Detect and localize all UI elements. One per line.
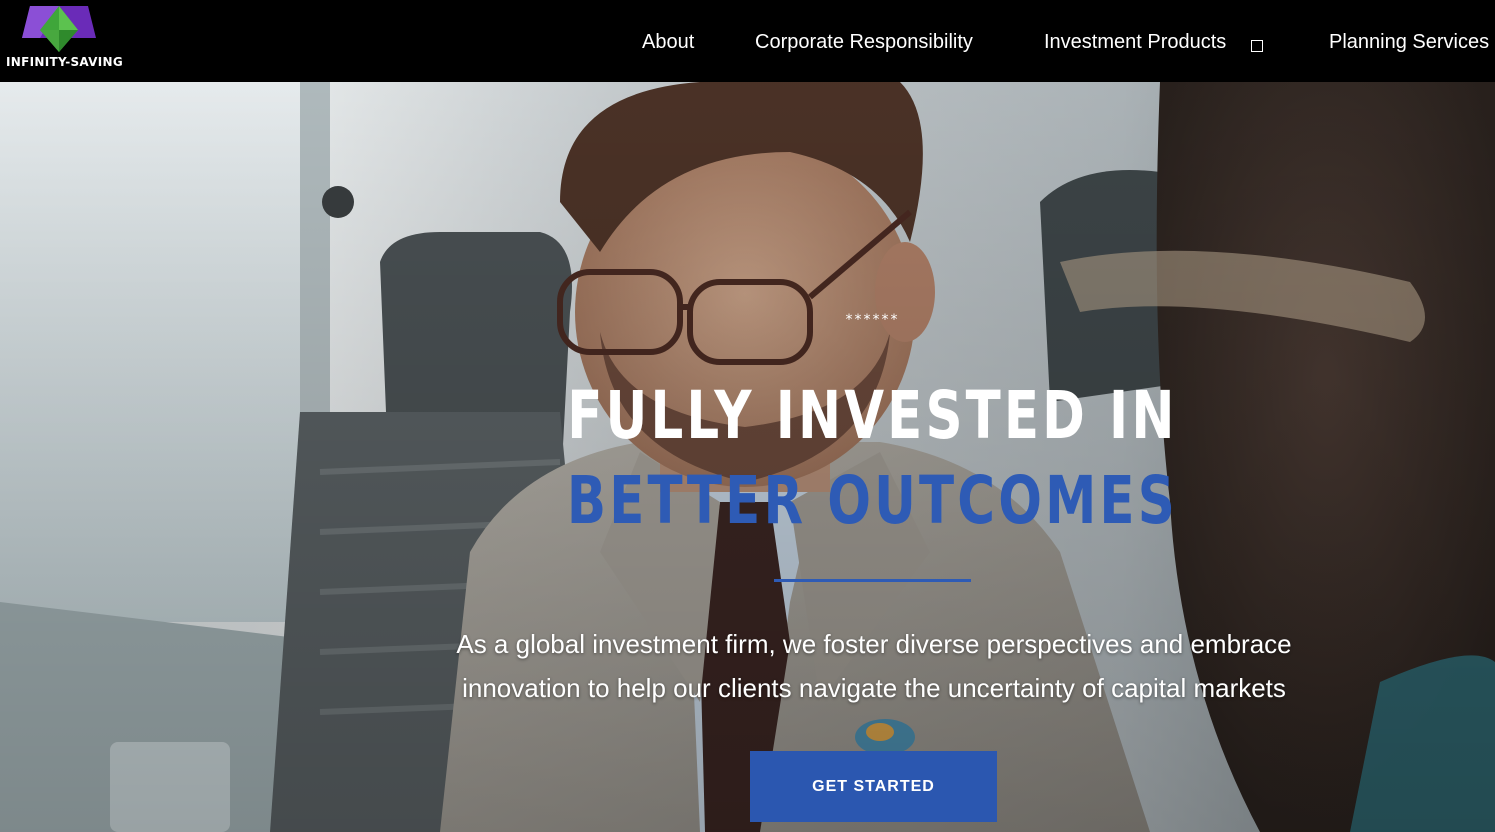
nav-item-investment-products[interactable]: Investment Products xyxy=(1044,29,1226,55)
top-navbar: INFINITY-SAVING About Corporate Responsi… xyxy=(0,0,1495,82)
dropdown-toggle-icon[interactable] xyxy=(1251,40,1263,52)
hero-background-photo xyxy=(0,82,1495,832)
hero-title-line-2: BETTER OUTCOMES xyxy=(566,462,1178,539)
nav-item-corporate-responsibility[interactable]: Corporate Responsibility xyxy=(755,29,973,55)
hero-star-rating: ****** xyxy=(845,312,900,328)
hero-section: ****** FULLY INVESTED IN BETTER OUTCOMES… xyxy=(0,82,1495,832)
hero-subtitle: As a global investment firm, we foster d… xyxy=(456,629,1292,703)
nav-item-about[interactable]: About xyxy=(642,29,694,55)
nav-item-planning-services[interactable]: Planning Services xyxy=(1329,29,1489,55)
hero-title-line-1: FULLY INVESTED IN xyxy=(567,377,1178,454)
title-divider xyxy=(774,579,971,582)
pyramid-gem-icon xyxy=(22,6,96,52)
get-started-button[interactable]: GET STARTED xyxy=(750,751,997,822)
brand-name: INFINITY-SAVING xyxy=(6,55,124,69)
brand-logo-link[interactable]: INFINITY-SAVING xyxy=(0,0,130,82)
